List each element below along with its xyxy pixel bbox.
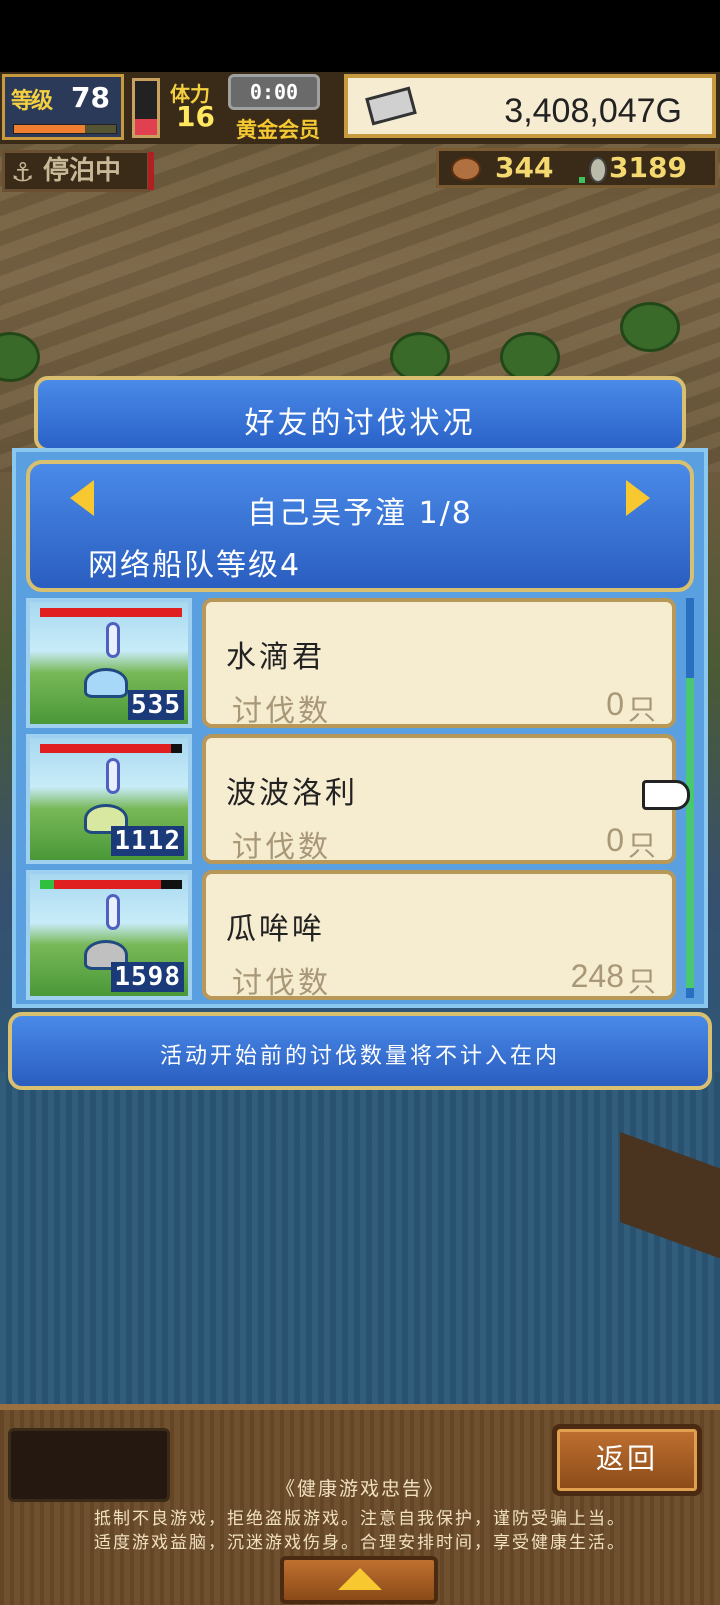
silver-bar-icon	[365, 86, 417, 126]
health-advice-title: 《健康游戏忠告》	[275, 1478, 444, 1500]
stamina-value: 16	[176, 100, 215, 133]
monster-list[interactable]: 535 水滴君 讨伐数 0 只 1112 波波洛利 讨伐数 0 只 1598 瓜…	[26, 598, 694, 1002]
list-item[interactable]: 535 水滴君 讨伐数 0 只	[26, 598, 686, 729]
pointing-hand-icon	[642, 780, 690, 810]
notice-text: 活动开始前的讨伐数量将不计入在内	[159, 1044, 560, 1069]
tree	[500, 332, 560, 382]
monster-name: 波波洛利	[226, 776, 358, 811]
fish-icon	[451, 157, 481, 181]
dialog-title-panel: 好友的讨伐状况	[34, 376, 686, 452]
status-dot	[579, 177, 585, 183]
fish-count: 344	[495, 151, 554, 184]
kill-label: 讨伐数	[232, 694, 331, 729]
next-friend-arrow-icon[interactable]	[626, 480, 650, 516]
exclamation-icon	[106, 894, 120, 930]
hp-fill	[54, 880, 161, 889]
stamina-fill	[135, 118, 157, 135]
subjugation-panel: 自己吴予潼 1/8 网络船队等级4 535 水滴君 讨伐数 0 只 1112 波…	[12, 448, 708, 1008]
level-progress-bar	[13, 124, 117, 134]
kill-unit: 只	[627, 829, 656, 862]
monster-number: 1598	[111, 962, 184, 992]
health-advice-line: 抵制不良游戏，拒绝盗版游戏。注意自我保护，谨防受骗上当。	[94, 1509, 626, 1529]
up-arrow-icon	[338, 1568, 382, 1590]
kill-label: 讨伐数	[232, 830, 331, 865]
monster-thumbnail: 1598	[26, 870, 192, 1000]
monster-name: 水滴君	[226, 640, 325, 675]
friend-header: 自己吴予潼 1/8 网络船队等级4	[26, 460, 694, 592]
monster-card: 水滴君 讨伐数 0 只	[202, 598, 676, 729]
monster-card: 瓜哞哞 讨伐数 248 只	[202, 870, 676, 1001]
kill-count: 0	[606, 686, 624, 722]
list-item[interactable]: 1112 波波洛利 讨伐数 0 只	[26, 734, 686, 865]
monster-name: 瓜哞哞	[226, 912, 325, 947]
mooring-label: 停泊中	[43, 156, 122, 186]
kill-count: 248	[570, 958, 624, 994]
stamina-timer: 0:00	[228, 74, 320, 110]
kill-unit: 只	[627, 693, 656, 726]
kill-unit: 只	[627, 965, 656, 998]
bottom-bar: 返回 《健康游戏忠告》 抵制不良游戏，拒绝盗版游戏。注意自我保护，谨防受骗上当。…	[0, 1404, 720, 1605]
level-value: 78	[71, 81, 110, 114]
level-box: 等级 78	[2, 74, 124, 140]
hp-bar	[40, 880, 182, 889]
resource-box: 344 3189	[436, 148, 718, 188]
coin-count: 3189	[609, 151, 687, 184]
anchor-icon: ⚓	[11, 158, 35, 188]
level-label: 等级	[11, 89, 53, 114]
kill-label: 讨伐数	[232, 966, 331, 1001]
monster-number: 1112	[111, 826, 184, 856]
scrollbar-thumb[interactable]	[686, 678, 694, 988]
top-hud: 等级 78 体力 16 0:00 黄金会员 3,408,047G	[0, 72, 720, 144]
monster-number: 535	[128, 690, 184, 720]
monster-card: 波波洛利 讨伐数 0 只	[202, 734, 676, 865]
tree	[620, 302, 680, 352]
hp-fill	[40, 744, 171, 753]
fleet-level: 网络船队等级4	[88, 548, 302, 583]
exclamation-icon	[106, 622, 120, 658]
monster-thumbnail: 1112	[26, 734, 192, 864]
hp-fill	[40, 608, 182, 617]
level-progress-fill	[14, 125, 86, 133]
hp-green-segment	[40, 880, 54, 889]
health-advice-line: 适度游戏益脑，沉迷游戏伤身。合理安排时间，享受健康生活。	[94, 1533, 626, 1553]
kill-count: 0	[606, 822, 624, 858]
notice-panel: 活动开始前的讨伐数量将不计入在内	[8, 1012, 712, 1090]
mooring-indicator	[148, 152, 154, 190]
water-drop-monster-icon	[84, 668, 128, 698]
hp-bar	[40, 744, 182, 753]
list-item[interactable]: 1598 瓜哞哞 讨伐数 248 只	[26, 870, 686, 1001]
mooring-status: ⚓ 停泊中	[2, 150, 150, 192]
stamina-gauge	[132, 78, 160, 138]
expand-menu-button[interactable]	[280, 1556, 438, 1604]
gold-value: 3,408,047G	[504, 92, 682, 130]
hp-bar	[40, 608, 182, 617]
friend-name: 自己吴予潼 1/8	[247, 496, 473, 531]
membership-badge[interactable]: 黄金会员	[236, 114, 320, 144]
tree	[390, 332, 450, 382]
coin-icon	[589, 157, 607, 183]
gold-display: 3,408,047G	[344, 74, 716, 138]
monster-thumbnail: 535	[26, 598, 192, 728]
exclamation-icon	[106, 758, 120, 794]
sea	[0, 1072, 720, 1412]
dialog-title: 好友的讨伐状况	[244, 406, 476, 441]
